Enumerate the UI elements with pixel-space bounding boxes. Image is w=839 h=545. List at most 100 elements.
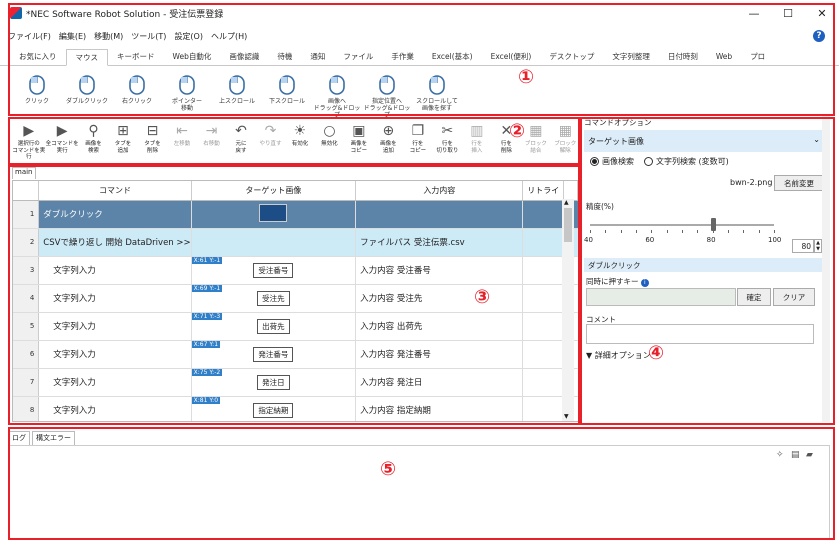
toolbar-button-8[interactable]: ↷ やり直す	[256, 121, 285, 163]
tab-6[interactable]: 通知	[301, 48, 334, 65]
grid-scroll-thumb[interactable]	[564, 208, 572, 242]
input-cell[interactable]: ファイルパス 受注伝票.csv	[355, 228, 524, 257]
ribbon-button-6[interactable]: 画像へ ドラッグ&ドロップ	[312, 72, 362, 119]
target-image-section[interactable]: ターゲット画像 ⌄	[584, 130, 824, 152]
tab-15[interactable]: プロ	[741, 48, 774, 65]
table-row[interactable]: 1 ダブルクリック	[13, 200, 578, 229]
menu-help[interactable]: ヘルプ(H)	[211, 31, 247, 42]
tab-10[interactable]: Excel(便利)	[482, 48, 541, 65]
radio-image-search[interactable]	[590, 157, 599, 166]
log-tab[interactable]: ログ	[8, 431, 30, 445]
target-image-cell[interactable]: 発注番号 X:67 Y:1	[191, 340, 357, 369]
clear-button[interactable]: クリア	[773, 288, 815, 306]
folder-icon[interactable]: ▰	[806, 450, 813, 460]
scroll-up-arrow-icon[interactable]: ▲	[564, 199, 569, 206]
command-cell[interactable]: 文字列入力	[38, 340, 192, 369]
table-row[interactable]: 7 文字列入力 発注日 X:75 Y:-2 入力内容 発注日	[13, 368, 578, 397]
grid-tab-main[interactable]: main	[12, 167, 36, 179]
syntax-error-tab[interactable]: 構文エラー	[32, 431, 75, 445]
tab-8[interactable]: 手作業	[382, 48, 423, 65]
minimize-button[interactable]: —	[737, 0, 771, 26]
toolbar-button-9[interactable]: ☀ 有効化	[285, 121, 314, 163]
command-cell[interactable]: 文字列入力	[38, 396, 192, 421]
toolbar-button-3[interactable]: ⊞ タブを 追加	[108, 121, 137, 163]
advanced-options-toggle[interactable]: ▼ 詳細オプション	[586, 350, 651, 361]
maximize-button[interactable]: ☐	[771, 0, 805, 26]
input-cell[interactable]: 入力内容 発注日	[355, 368, 524, 397]
toolbar-button-5[interactable]: ⇤ 左移動	[167, 121, 196, 163]
target-image-cell[interactable]: 指定納期 X:81 Y:0	[191, 396, 357, 421]
input-cell[interactable]: 入力内容 発注番号	[355, 340, 524, 369]
toolbar-button-11[interactable]: ▣ 画像を コピー	[344, 121, 373, 163]
sparkle-icon[interactable]: ✧	[776, 450, 784, 460]
toolbar-button-17[interactable]: ▦ ブロック 結合	[521, 121, 550, 163]
toolbar-button-1[interactable]: ▶ 全コマンドを 実行	[45, 121, 79, 163]
toolbar-button-0[interactable]: ▶ 選択行の コマンドを実行	[12, 121, 45, 163]
tab-12[interactable]: 文字列整理	[603, 48, 659, 65]
accuracy-input[interactable]: 80	[792, 239, 814, 253]
menu-edit[interactable]: 編集(E)	[59, 31, 86, 42]
close-button[interactable]: ✕	[805, 0, 839, 26]
retry-cell[interactable]	[522, 312, 565, 341]
tab-7[interactable]: ファイル	[334, 48, 382, 65]
menu-tools[interactable]: ツール(T)	[131, 31, 166, 42]
input-cell[interactable]: 入力内容 出荷先	[355, 312, 524, 341]
toolbar-button-10[interactable]: ○ 無効化	[315, 121, 344, 163]
tab-1[interactable]: マウス	[65, 49, 108, 66]
retry-cell[interactable]	[522, 228, 565, 257]
retry-cell[interactable]	[522, 256, 565, 285]
menu-move[interactable]: 移動(M)	[94, 31, 123, 42]
target-image-cell[interactable]: 受注番号 X:61 Y:-1	[191, 256, 357, 285]
tab-2[interactable]: キーボード	[108, 48, 164, 65]
menu-settings[interactable]: 設定(O)	[174, 31, 203, 42]
ribbon-button-2[interactable]: 右クリック	[112, 72, 162, 105]
command-cell[interactable]: CSVで繰り返し 開始 DataDriven >>	[38, 228, 192, 257]
toolbar-button-18[interactable]: ▦ ブロック 解除	[551, 121, 580, 163]
retry-cell[interactable]	[522, 284, 565, 313]
input-cell[interactable]: 入力内容 受注番号	[355, 256, 524, 285]
tab-11[interactable]: デスクトップ	[540, 48, 603, 65]
accuracy-slider-track[interactable]	[590, 224, 774, 226]
table-row[interactable]: 6 文字列入力 発注番号 X:67 Y:1 入力内容 発注番号	[13, 340, 578, 369]
toolbar-button-4[interactable]: ⊟ タブを 削除	[138, 121, 167, 163]
input-cell[interactable]: 入力内容 受注先	[355, 284, 524, 313]
command-cell[interactable]: 文字列入力	[38, 312, 192, 341]
ribbon-button-8[interactable]: スクロールして 画像を探す	[412, 72, 462, 112]
target-image-cell[interactable]: 発注日 X:75 Y:-2	[191, 368, 357, 397]
panel-scrollbar[interactable]	[822, 116, 830, 422]
toolbar-button-12[interactable]: ⊕ 画像を 追加	[374, 121, 403, 163]
toolbar-button-14[interactable]: ✂ 行を 切り取り	[433, 121, 462, 163]
tab-9[interactable]: Excel(基本)	[423, 48, 482, 65]
toolbar-button-13[interactable]: ❐ 行を コピー	[403, 121, 432, 163]
tab-3[interactable]: Web自動化	[164, 48, 221, 65]
radio-text-search[interactable]	[644, 157, 653, 166]
tab-4[interactable]: 画像認識	[220, 48, 268, 65]
table-row[interactable]: 3 文字列入力 受注番号 X:61 Y:-1 入力内容 受注番号	[13, 256, 578, 285]
command-cell[interactable]: 文字列入力	[38, 368, 192, 397]
table-row[interactable]: 2 CSVで繰り返し 開始 DataDriven >> ファイルパス 受注伝票.cs…	[13, 228, 578, 257]
target-image-cell[interactable]: 受注先 X:69 Y:-1	[191, 284, 357, 313]
toolbar-button-6[interactable]: ⇥ 右移動	[197, 121, 226, 163]
ribbon-button-4[interactable]: 上スクロール	[212, 72, 262, 105]
ribbon-button-7[interactable]: 指定位置へ ドラッグ&ドロップ	[362, 72, 412, 119]
retry-cell[interactable]	[522, 200, 565, 229]
table-row[interactable]: 4 文字列入力 受注先 X:69 Y:-1 入力内容 受注先	[13, 284, 578, 313]
toolbar-button-7[interactable]: ↶ 元に 戻す	[226, 121, 255, 163]
ribbon-button-5[interactable]: 下スクロール	[262, 72, 312, 105]
ribbon-button-1[interactable]: ダブルクリック	[62, 72, 112, 105]
retry-cell[interactable]	[522, 396, 565, 421]
retry-cell[interactable]	[522, 368, 565, 397]
accuracy-spinner[interactable]: ▲ ▼	[814, 239, 822, 253]
target-image-cell[interactable]	[191, 228, 357, 257]
tab-13[interactable]: 日付時刻	[659, 48, 707, 65]
toolbar-button-15[interactable]: ▥ 行を 挿入	[462, 121, 491, 163]
command-cell[interactable]: ダブルクリック	[38, 200, 192, 229]
scroll-down-arrow-icon[interactable]: ▼	[564, 413, 569, 420]
target-image-cell[interactable]	[191, 200, 357, 229]
input-cell[interactable]	[355, 200, 524, 229]
comment-field[interactable]	[586, 324, 814, 344]
command-cell[interactable]: 文字列入力	[38, 284, 192, 313]
input-cell[interactable]: 入力内容 指定納期	[355, 396, 524, 421]
ribbon-button-3[interactable]: ポインター 移動	[162, 72, 212, 112]
ribbon-button-0[interactable]: クリック	[12, 72, 62, 105]
